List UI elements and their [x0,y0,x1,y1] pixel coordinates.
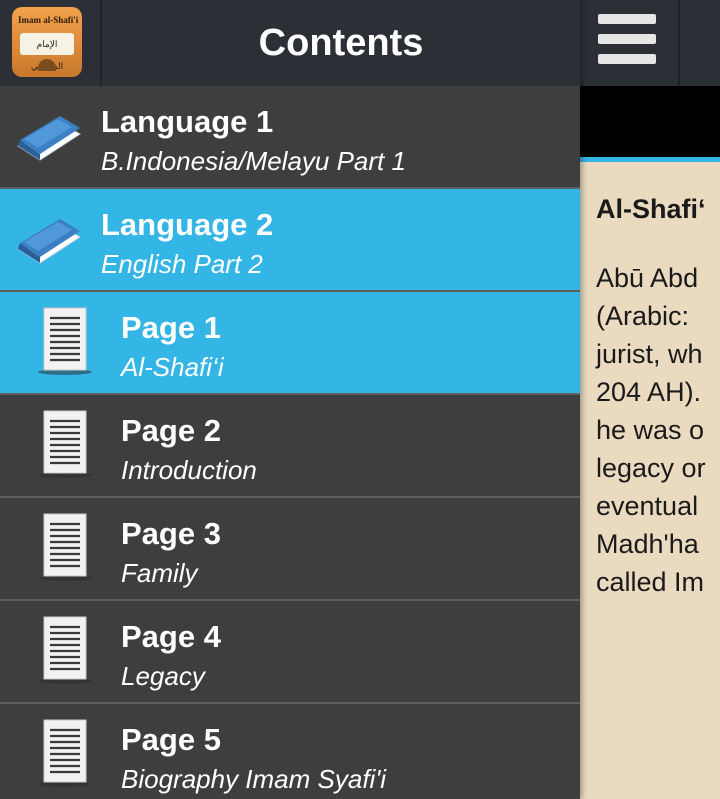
drawer-item-title: Language 1 [101,104,274,139]
drawer-item-title: Page 2 [121,413,221,448]
article-line: legacy or [596,453,706,483]
article: Al-Shafi‘ Abū Abd (Arabic: jurist, wh 204 … [596,194,720,601]
drawer-item-subtitle: Introduction [121,455,257,485]
drawer-item-page[interactable]: Page 3 Family [0,498,580,601]
document-icon [36,718,94,788]
book-icon [14,108,84,166]
content-banner [580,86,720,157]
article-title: Al-Shafi‘ [596,194,706,224]
article-line: 204 AH). [596,377,702,407]
article-line: Abū Abd [596,263,699,293]
drawer-item-subtitle: Biography Imam Syafi'i [121,764,387,794]
article-line: (Arabic: [596,301,690,331]
book-icon [14,211,84,269]
drawer-item-language[interactable]: Language 2 English Part 2 [0,189,580,292]
drawer-item-page[interactable]: Page 1 Al-Shafi‘i [0,292,580,395]
document-icon [36,409,94,479]
drawer-item-subtitle: Family [121,558,198,588]
app-logo-arabic: الإمام الشافعي [20,33,74,71]
drawer-item-title: Page 5 [121,722,221,757]
article-line: called Im [596,567,705,597]
app-logo-caption: Imam al-Shafi'i [18,15,79,25]
drawer-item-subtitle: English Part 2 [101,249,263,279]
app-logo-icon[interactable]: Imam al-Shafi'i الإمام الشافعي [12,7,82,77]
drawer-item-page[interactable]: Page 5 Biography Imam Syafi'i [0,704,580,799]
drawer-item-subtitle: Legacy [121,661,205,691]
content-panel: Al-Shafi‘ Abū Abd (Arabic: jurist, wh 204 … [580,0,720,799]
document-icon [36,306,94,376]
article-body: Abū Abd (Arabic: jurist, wh 204 AH). he was… [596,259,720,601]
drawer-item-subtitle: Al-Shafi‘i [121,352,224,382]
action-bar [580,0,720,87]
accent-divider [580,157,720,162]
mosque-dome-icon [38,59,56,71]
drawer-item-title: Page 3 [121,516,221,551]
drawer-item-title: Page 4 [121,619,221,654]
article-line: Madh'ha [596,529,699,559]
navigation-drawer: Imam al-Shafi'i الإمام الشافعي Contents … [0,0,580,799]
drawer-header: Imam al-Shafi'i الإمام الشافعي Contents [0,0,580,86]
hamburger-menu-icon[interactable] [580,0,680,86]
drawer-item-page[interactable]: Page 2 Introduction [0,395,580,498]
drawer-item-subtitle: B.Indonesia/Melayu Part 1 [101,146,406,176]
article-line: he was o [596,415,705,445]
drawer-title: Contents [258,22,424,64]
article-line: eventual [596,491,699,521]
document-icon [36,512,94,582]
drawer-item-language[interactable]: Language 1 B.Indonesia/Melayu Part 1 [0,86,580,189]
document-icon [36,615,94,685]
drawer-item-title: Language 2 [101,207,274,242]
article-line: jurist, wh [596,339,703,369]
drawer-item-title: Page 1 [121,310,221,345]
drawer-item-page[interactable]: Page 4 Legacy [0,601,580,704]
